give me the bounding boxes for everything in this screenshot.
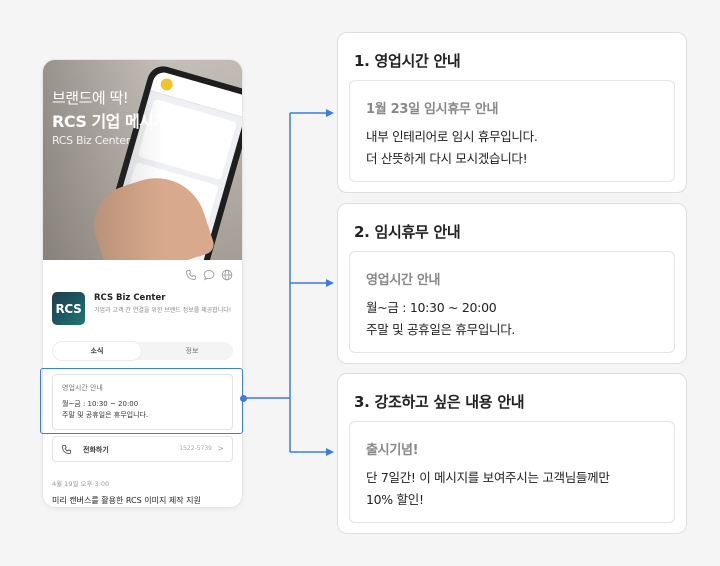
card-message-line: 단 7일간! 이 메시지를 보여주시는 고객님들께만 [366,470,610,485]
phone-icon[interactable] [185,269,197,281]
card-message-box: 영업시간 안내 월~금 : 10:30 ~ 20:00 주말 및 공휴일은 휴무… [349,251,675,353]
tab-info[interactable]: 정보 [148,342,236,360]
brand-description: 기업과 고객 간 연결을 위한 브랜드 정보를 제공합니다! [94,307,232,314]
arrow-right-icon [326,109,334,117]
card-message-heading: 1월 23일 임시휴무 안내 [366,102,499,117]
card-message-heading: 출시기념! [366,443,419,458]
card-message-line: 월~금 : 10:30 ~ 20:00 [366,300,497,315]
call-label: 전화하기 [83,446,109,454]
phone-icon [61,444,72,455]
brand-name: RCS Biz Center [94,293,166,303]
call-button[interactable]: 전화하기 1522-5739 > [52,436,233,462]
chevron-right-icon: > [217,444,224,453]
post-title[interactable]: 미리 캔버스를 활용한 RCS 이미지 제작 지원 [52,495,201,506]
hero-title: RCS 기업 메시지 [52,112,168,131]
example-card-3: 3. 강조하고 싶은 내용 안내 출시기념! 단 7일간! 이 메시지를 보여주… [337,373,687,534]
example-card-1: 1. 영업시간 안내 1월 23일 임시휴무 안내 내부 인테리어로 임시 휴무… [337,32,687,193]
arrow-right-icon [326,448,334,456]
hero-image: 브랜드에 딱! RCS 기업 메시지 RCS Biz Center [43,60,242,260]
tab-news[interactable]: 소식 [53,342,141,360]
card-message-line: 내부 인테리어로 임시 휴무입니다. [366,129,538,144]
brand-actions [43,266,242,288]
card-title: 1. 영업시간 안내 [354,52,461,70]
card-message-box: 1월 23일 임시휴무 안내 내부 인테리어로 임시 휴무입니다. 더 산뜻하게… [349,80,675,182]
brand-logo: RCS [52,292,85,325]
brand-profile: RCS RCS Biz Center 기업과 고객 간 연결을 위한 브랜드 정… [52,292,237,332]
chat-icon[interactable] [203,269,215,281]
hero-subtitle: RCS Biz Center [52,134,130,147]
card-message-line: 주말 및 공휴일은 휴무입니다. [366,322,516,337]
connector-dot [240,395,247,402]
card-message-box: 출시기념! 단 7일간! 이 메시지를 보여주시는 고객님들께만 10% 할인! [349,421,675,523]
arrow-right-icon [326,279,334,287]
post-date: 4월 19일 오후 3:00 [52,480,110,488]
card-message-line: 더 산뜻하게 다시 모시겠습니다! [366,151,528,166]
card-title: 2. 임시휴무 안내 [354,223,461,241]
globe-icon[interactable] [221,269,233,281]
card-message-line: 10% 할인! [366,492,424,507]
phone-mockup: 브랜드에 딱! RCS 기업 메시지 RCS Biz Center RCS RC… [43,60,242,507]
hero-tagline: 브랜드에 딱! [52,89,129,107]
message-highlight [40,368,243,434]
card-title: 3. 강조하고 싶은 내용 안내 [354,393,525,411]
card-message-heading: 영업시간 안내 [366,273,441,288]
call-number: 1522-5739 [179,445,212,452]
example-card-2: 2. 임시휴무 안내 영업시간 안내 월~금 : 10:30 ~ 20:00 주… [337,203,687,364]
tab-bar: 소식 정보 [52,342,233,360]
